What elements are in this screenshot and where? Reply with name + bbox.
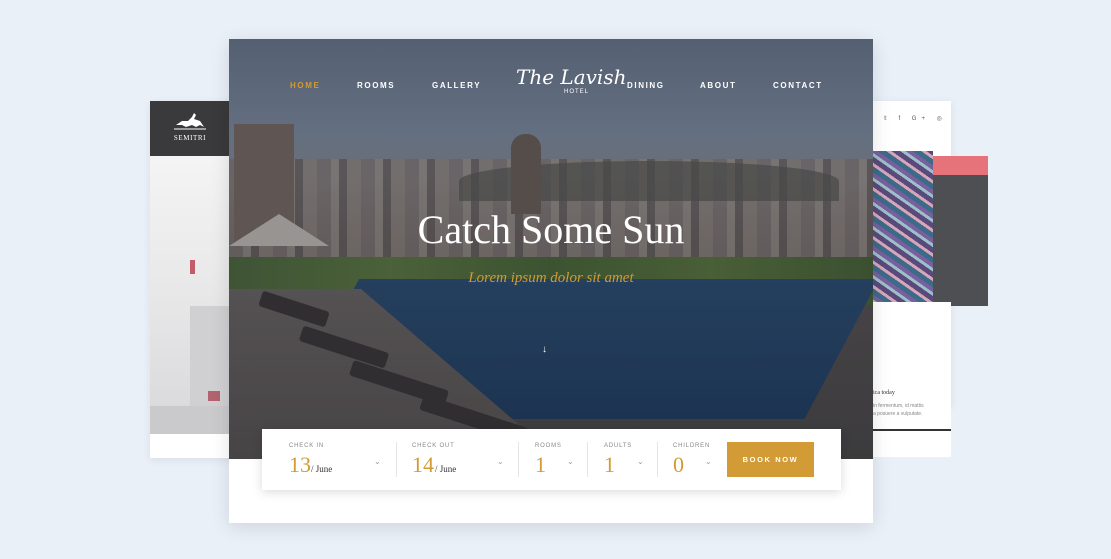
hero-subtitle: Lorem ipsum dolor sit amet bbox=[468, 270, 634, 286]
hero-section: HOME ROOMS GALLERY The Lavish HOTEL DINI… bbox=[229, 39, 873, 459]
brand-script: The Lavish bbox=[516, 65, 627, 89]
children-label: CHILDREN bbox=[673, 443, 711, 449]
adults-label: ADULTS bbox=[604, 443, 633, 449]
right-card-rule bbox=[873, 429, 951, 431]
check-in-label: CHECK IN bbox=[289, 443, 325, 449]
rooms-label: ROOMS bbox=[535, 443, 562, 449]
adults-field[interactable]: ADULTS 1 ⌄ bbox=[604, 429, 649, 490]
horse-rider-icon bbox=[174, 113, 206, 130]
check-in-field[interactable]: CHECK IN 13 / June ⌄ bbox=[289, 429, 384, 490]
adults-value: 1 bbox=[604, 452, 615, 477]
children-value: 0 bbox=[673, 452, 684, 477]
nav-gallery[interactable]: GALLERY bbox=[432, 81, 481, 90]
far-right-template-card bbox=[933, 156, 988, 306]
nav-about[interactable]: ABOUT bbox=[700, 81, 736, 90]
field-divider bbox=[518, 442, 519, 477]
check-out-month: / June bbox=[435, 464, 457, 474]
nav-dining[interactable]: DINING bbox=[627, 81, 665, 90]
rooms-field[interactable]: ROOMS 1 ⌄ bbox=[535, 429, 580, 490]
chevron-down-icon: ⌄ bbox=[705, 457, 712, 466]
booking-bar: CHECK IN 13 / June ⌄ CHECK OUT 14 / June… bbox=[262, 429, 841, 490]
nav-contact[interactable]: CONTACT bbox=[773, 81, 823, 90]
brand-subtitle: HOTEL bbox=[564, 89, 590, 95]
right-card-caption: ica today bbox=[873, 390, 895, 396]
chevron-down-icon: ⌄ bbox=[637, 457, 644, 466]
chevron-down-icon: ⌄ bbox=[497, 457, 504, 466]
scroll-down-icon[interactable]: ↓ bbox=[542, 344, 547, 355]
left-card-photo bbox=[150, 156, 240, 434]
check-in-day: 13 bbox=[289, 452, 311, 477]
rooms-value: 1 bbox=[535, 452, 546, 477]
nav-rooms[interactable]: ROOMS bbox=[357, 81, 395, 90]
semitri-logo: SEMITRI bbox=[150, 101, 240, 156]
hero-title: Catch Some Sun bbox=[417, 207, 685, 252]
field-divider bbox=[657, 442, 658, 477]
left-template-card: SEMITRI bbox=[150, 101, 240, 458]
main-template-card: HOME ROOMS GALLERY The Lavish HOTEL DINI… bbox=[229, 39, 873, 523]
right-card-content: ica today in fermentum, id mattis a posu… bbox=[873, 302, 951, 457]
field-divider bbox=[587, 442, 588, 477]
check-out-label: CHECK OUT bbox=[412, 443, 455, 449]
lavish-hotel-logo[interactable]: The Lavish HOTEL bbox=[516, 65, 626, 109]
chevron-down-icon: ⌄ bbox=[567, 457, 574, 466]
social-icons-row[interactable]: 𝕥 f G+ ◎ bbox=[884, 115, 947, 122]
sliver-accent-bar bbox=[933, 156, 988, 175]
check-out-field[interactable]: CHECK OUT 14 / June ⌄ bbox=[412, 429, 507, 490]
book-now-button[interactable]: BOOK NOW bbox=[727, 442, 814, 477]
check-out-day: 14 bbox=[412, 452, 434, 477]
right-card-body: in fermentum, id mattis a posuere a vulp… bbox=[873, 403, 924, 417]
nav-home[interactable]: HOME bbox=[290, 81, 320, 90]
sliver-dark-panel bbox=[933, 175, 988, 306]
check-in-month: / June bbox=[311, 464, 333, 474]
semitri-brand-text: SEMITRI bbox=[173, 134, 207, 142]
children-field[interactable]: CHILDREN 0 ⌄ bbox=[673, 429, 718, 490]
field-divider bbox=[396, 442, 397, 477]
chevron-down-icon: ⌄ bbox=[374, 457, 381, 466]
